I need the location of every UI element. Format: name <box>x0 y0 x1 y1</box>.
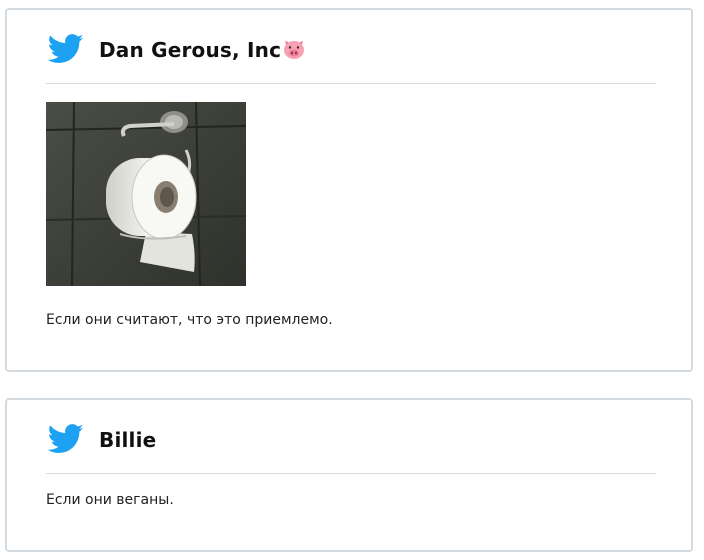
author-name: Billie <box>99 428 157 452</box>
tweet-author[interactable]: Billie <box>99 428 156 452</box>
pig-face-icon <box>284 41 305 59</box>
toilet-paper-roll-photo[interactable] <box>46 102 246 286</box>
tweet-card: Billie Если они веганы. <box>5 398 693 552</box>
tweet-card: Dan Gerous, Inc Если они считают, что эт… <box>5 8 693 372</box>
tweet-header: Dan Gerous, Inc <box>46 10 656 84</box>
twitter-bird-icon <box>48 34 84 63</box>
tweet-header: Billie <box>46 400 656 474</box>
twitter-bird-icon <box>48 424 84 453</box>
tweet-text: Если они считают, что это приемлемо. <box>46 312 333 328</box>
author-name: Dan Gerous, Inc <box>99 38 282 62</box>
tweet-author[interactable]: Dan Gerous, Inc <box>99 38 306 62</box>
tweet-text: Если они веганы. <box>46 492 174 508</box>
